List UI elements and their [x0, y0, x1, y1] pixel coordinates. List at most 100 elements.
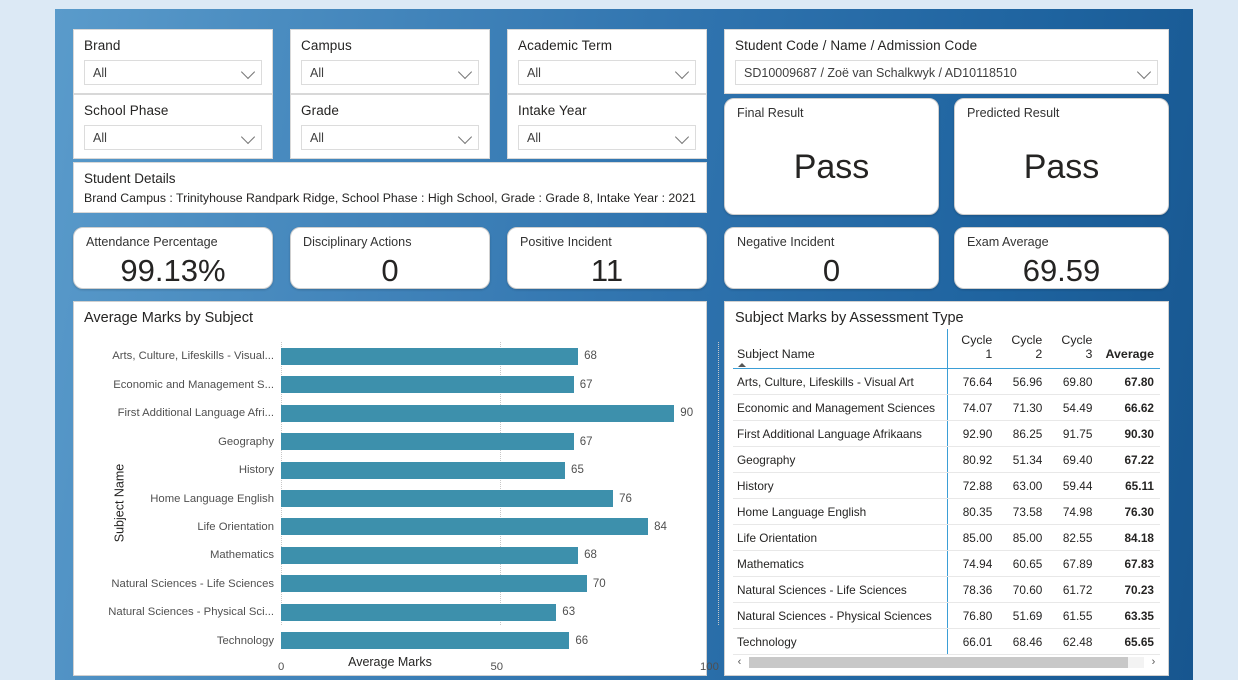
- chevron-down-icon[interactable]: [674, 64, 690, 79]
- slicer-dropdown[interactable]: All: [301, 60, 479, 85]
- card-label: Negative Incident: [737, 235, 835, 249]
- chevron-down-icon[interactable]: [240, 64, 256, 79]
- chart-gridline: [718, 342, 719, 625]
- chart-x-axis-title: Average Marks: [348, 655, 432, 669]
- chart-category-label: Geography: [218, 435, 274, 448]
- table-row[interactable]: Home Language English 80.35 73.58 74.98 76.3…: [733, 498, 1160, 525]
- chart-bar[interactable]: [281, 546, 579, 564]
- chart-bar[interactable]: [281, 490, 614, 507]
- table-row[interactable]: Natural Sciences - Physical Sciences 76.8…: [733, 602, 1160, 629]
- cell-cycle-2: 51.69: [998, 602, 1049, 629]
- table-row[interactable]: History 72.88 63.00 59.44 65.11: [733, 472, 1160, 499]
- chart-bar-row[interactable]: History 65: [239, 461, 718, 479]
- slicer-campus[interactable]: Campus All: [290, 29, 490, 94]
- chart-category-label: Life Orientation: [197, 520, 274, 533]
- cell-cycle-2: 56.96: [998, 368, 1049, 395]
- cell-cycle-3: 61.72: [1048, 576, 1099, 603]
- table-row[interactable]: First Additional Language Afrikaans 92.90…: [733, 420, 1160, 447]
- chart-bar[interactable]: [281, 433, 574, 451]
- chart-bar[interactable]: [281, 603, 557, 621]
- slicer-grade[interactable]: Grade All: [290, 94, 490, 159]
- cell-cycle-2: 60.65: [998, 550, 1049, 577]
- cell-cycle-2: 85.00: [998, 524, 1049, 551]
- slicer-brand[interactable]: Brand All: [73, 29, 273, 94]
- slicer-dropdown[interactable]: All: [518, 60, 696, 85]
- slicer-label: Academic Term: [518, 38, 613, 53]
- chart-bar-value-label: 63: [562, 606, 576, 619]
- chart-bar-row[interactable]: Natural Sciences - Physical Sci... 63: [108, 603, 718, 621]
- chart-bar-row[interactable]: Economic and Management S... 67: [113, 376, 718, 394]
- cell-cycle-1: 72.88: [947, 472, 999, 499]
- chart-bar-row[interactable]: Technology 66: [217, 632, 718, 650]
- table-row[interactable]: Natural Sciences - Life Sciences 78.36 70.…: [733, 576, 1160, 603]
- chevron-left-icon[interactable]: ‹: [733, 656, 746, 668]
- cell-cycle-2: 86.25: [998, 420, 1049, 447]
- chart-bar[interactable]: [281, 575, 587, 593]
- table-row[interactable]: Life Orientation 85.00 85.00 82.55 84.18: [733, 524, 1160, 551]
- slicer-label: Grade: [301, 103, 340, 118]
- slicer-school-phase[interactable]: School Phase All: [73, 94, 273, 159]
- chart-bar-value-label: 70: [592, 577, 606, 590]
- chart-bar-row[interactable]: First Additional Language Afri... 90: [118, 404, 718, 422]
- chart-bar-value-label: 76: [619, 492, 632, 505]
- visual-subject-marks-table[interactable]: Subject Marks by Assessment Type Subject…: [724, 301, 1169, 676]
- chart-bar[interactable]: [281, 461, 566, 479]
- slicer-dropdown[interactable]: All: [518, 125, 696, 150]
- table-row[interactable]: Arts, Culture, Lifeskills - Visual Art 76…: [733, 368, 1160, 395]
- column-header-cycle-3[interactable]: Cycle 3: [1048, 329, 1099, 369]
- chart-bar-row[interactable]: Arts, Culture, Lifeskills - Visual... 68: [112, 347, 718, 365]
- chevron-down-icon[interactable]: [457, 129, 473, 144]
- chevron-down-icon[interactable]: [457, 64, 473, 79]
- scrollbar-track[interactable]: [749, 656, 1144, 668]
- slicer-student-code[interactable]: Student Code / Name / Admission Code SD1…: [724, 29, 1169, 94]
- chart-bar-row[interactable]: Mathematics 68: [210, 546, 718, 564]
- chart-bar[interactable]: [281, 518, 649, 536]
- chart-bar-row[interactable]: Natural Sciences - Life Sciences 70: [111, 575, 718, 593]
- slicer-value: All: [93, 130, 107, 145]
- cell-cycle-3: 67.89: [1048, 550, 1099, 577]
- slicer-academic-term[interactable]: Academic Term All: [507, 29, 707, 94]
- column-header-cycle-1[interactable]: Cycle 1: [947, 329, 999, 369]
- cell-subject-name: Natural Sciences - Physical Sciences: [733, 602, 949, 629]
- scrollbar-thumb[interactable]: [749, 656, 1129, 668]
- slicer-intake-year[interactable]: Intake Year All: [507, 94, 707, 159]
- visual-average-marks-by-subject[interactable]: Average Marks by Subject Subject Name Ar…: [73, 301, 719, 676]
- card-value: 11: [590, 253, 624, 288]
- chart-bar[interactable]: [281, 376, 574, 394]
- cell-average: 70.23: [1098, 576, 1160, 603]
- chart-bar[interactable]: [281, 347, 579, 365]
- sort-ascending-icon[interactable]: [738, 363, 746, 367]
- slicer-dropdown[interactable]: All: [84, 60, 262, 85]
- marks-table[interactable]: Subject Name Cycle 1 Cycle 2 Cycle 3 Ave…: [733, 329, 1160, 655]
- column-header-average[interactable]: Average: [1098, 329, 1160, 369]
- card-label: Disciplinary Actions: [303, 235, 412, 249]
- slicer-dropdown[interactable]: All: [84, 125, 262, 150]
- chevron-down-icon[interactable]: [240, 129, 256, 144]
- chevron-down-icon[interactable]: [1136, 64, 1152, 79]
- column-header-subject-name[interactable]: Subject Name: [733, 329, 949, 369]
- chart-bar-row[interactable]: Geography 67: [218, 433, 718, 451]
- chart-category-label: Economic and Management S...: [113, 378, 274, 391]
- card-label: Positive Incident: [520, 235, 612, 249]
- chart-bar-row[interactable]: Life Orientation 84: [197, 518, 718, 536]
- card-value: Pass: [1023, 148, 1100, 186]
- chevron-down-icon[interactable]: [674, 129, 690, 144]
- table-horizontal-scrollbar[interactable]: ‹ ›: [733, 655, 1160, 669]
- column-header-label: Subject Name: [737, 347, 815, 361]
- table-row[interactable]: Economic and Management Sciences 74.07 71.…: [733, 394, 1160, 421]
- student-slicer-dropdown[interactable]: SD10009687 / Zoë van Schalkwyk / AD10118…: [735, 60, 1158, 85]
- chevron-right-icon[interactable]: ›: [1147, 656, 1160, 668]
- column-header-cycle-2[interactable]: Cycle 2: [998, 329, 1049, 369]
- student-details-title: Student Details: [84, 171, 176, 186]
- table-row[interactable]: Technology 66.01 68.46 62.48 65.65: [733, 628, 1160, 655]
- chart-bar[interactable]: [281, 632, 570, 650]
- student-details-text: Brand Campus : Trinityhouse Randpark Rid…: [84, 191, 696, 205]
- slicer-dropdown[interactable]: All: [301, 125, 479, 150]
- cell-cycle-2: 71.30: [998, 394, 1049, 421]
- cell-average: 84.18: [1098, 524, 1160, 551]
- chart-bar[interactable]: [281, 404, 675, 422]
- cell-cycle-2: 70.60: [998, 576, 1049, 603]
- table-row[interactable]: Geography 80.92 51.34 69.40 67.22: [733, 446, 1160, 473]
- chart-bar-row[interactable]: Home Language English 76: [150, 490, 718, 508]
- table-row[interactable]: Mathematics 74.94 60.65 67.89 67.83: [733, 550, 1160, 577]
